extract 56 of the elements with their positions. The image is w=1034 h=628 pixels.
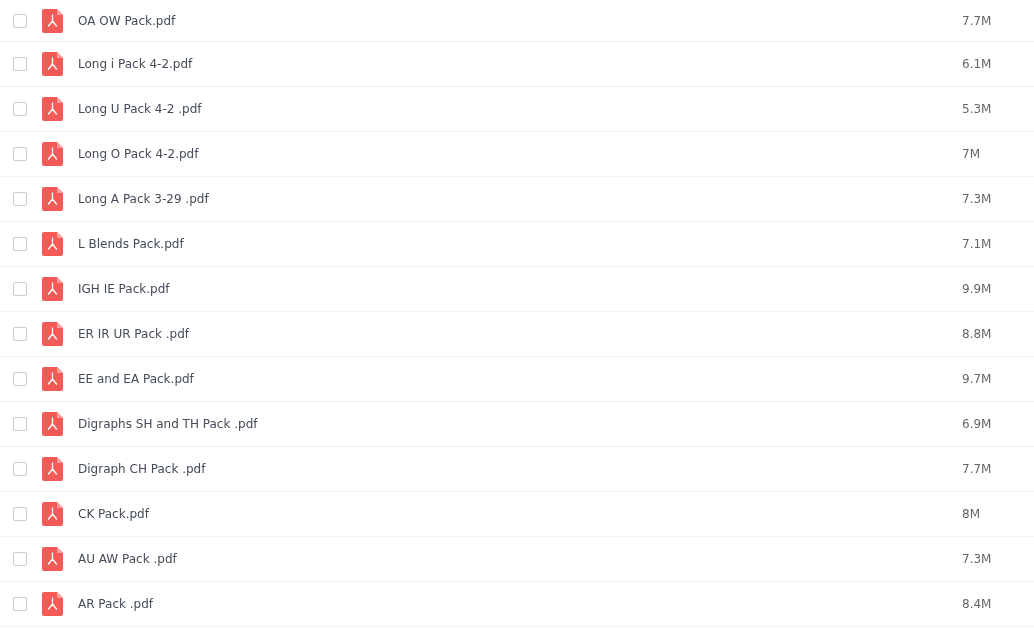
file-size: 7.7M	[962, 13, 993, 28]
pdf-file-icon	[42, 547, 63, 571]
file-size: 6.1M	[962, 57, 993, 71]
file-size: 8M	[962, 507, 981, 521]
pdf-file-icon	[42, 367, 63, 391]
file-name[interactable]: Long A Pack 3-29 .pdf	[78, 192, 962, 206]
file-name[interactable]: ER IR UR Pack .pdf	[78, 327, 962, 341]
file-name[interactable]: AR Pack .pdf	[78, 597, 962, 611]
file-size: 8.8M	[962, 327, 993, 341]
checkbox[interactable]	[13, 13, 27, 28]
file-name[interactable]: CK Pack.pdf	[78, 507, 962, 521]
pdf-file-icon	[42, 457, 63, 481]
pdf-file-icon	[42, 592, 63, 616]
file-name[interactable]: IGH IE Pack.pdf	[78, 282, 962, 296]
file-size: 5.3M	[962, 102, 993, 116]
pdf-file-icon	[42, 502, 63, 526]
file-size: 9.9M	[962, 282, 993, 296]
checkbox[interactable]	[13, 282, 27, 296]
file-name[interactable]: Digraph CH Pack .pdf	[78, 462, 962, 476]
file-size: 7.3M	[962, 552, 993, 566]
file-name[interactable]: Long i Pack 4-2.pdf	[78, 57, 962, 71]
file-name[interactable]: Digraphs SH and TH Pack .pdf	[78, 417, 962, 431]
checkbox[interactable]	[13, 192, 27, 206]
file-size: 7.3M	[962, 192, 993, 206]
checkbox[interactable]	[13, 327, 27, 341]
file-size: 7.1M	[962, 237, 993, 251]
checkbox[interactable]	[13, 237, 27, 251]
file-size: 7.7M	[962, 462, 993, 476]
pdf-file-icon	[42, 8, 63, 33]
checkbox[interactable]	[13, 462, 27, 476]
pdf-file-icon	[42, 277, 63, 301]
file-size: 7M	[962, 147, 981, 161]
pdf-file-icon	[42, 412, 63, 436]
checkbox[interactable]	[13, 102, 27, 116]
file-size: 9.7M	[962, 372, 993, 386]
pdf-file-icon	[42, 322, 63, 346]
file-name[interactable]: AU AW Pack .pdf	[78, 552, 962, 566]
checkbox[interactable]	[13, 372, 27, 386]
file-name[interactable]: L Blends Pack.pdf	[78, 237, 962, 251]
checkbox[interactable]	[13, 507, 27, 521]
pdf-file-icon	[42, 52, 63, 76]
checkbox[interactable]	[13, 147, 27, 161]
pdf-file-icon	[42, 232, 63, 256]
file-size: 6.9M	[962, 417, 993, 431]
pdf-file-icon	[42, 97, 63, 121]
pdf-file-icon	[42, 187, 63, 211]
checkbox[interactable]	[13, 417, 27, 431]
pdf-file-icon	[42, 142, 63, 166]
file-size: 8.4M	[962, 597, 993, 611]
file-name[interactable]: Long O Pack 4-2.pdf	[78, 147, 962, 161]
file-name[interactable]: OA OW Pack.pdf	[78, 13, 962, 28]
checkbox[interactable]	[13, 57, 27, 71]
checkbox[interactable]	[13, 552, 27, 566]
checkbox[interactable]	[13, 597, 27, 611]
file-name[interactable]: Long U Pack 4-2 .pdf	[78, 102, 962, 116]
file-name[interactable]: EE and EA Pack.pdf	[78, 372, 962, 386]
